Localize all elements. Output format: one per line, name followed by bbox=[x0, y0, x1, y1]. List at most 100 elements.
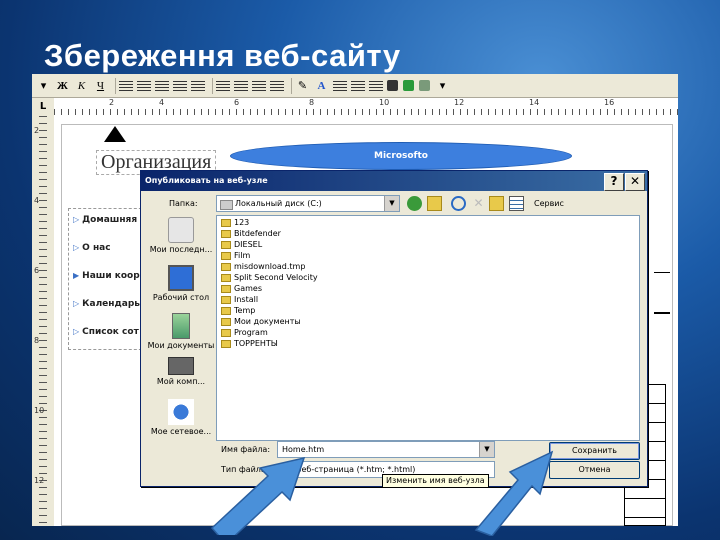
chevron-down-icon[interactable]: ▼ bbox=[384, 196, 399, 211]
list-item[interactable]: Install bbox=[221, 295, 258, 304]
filename-label: Имя файла: bbox=[221, 445, 271, 454]
views-icon[interactable] bbox=[509, 196, 524, 211]
justify-icon[interactable] bbox=[173, 80, 187, 91]
align-right-icon[interactable] bbox=[155, 80, 169, 91]
list-item-label: DIESEL bbox=[234, 240, 263, 249]
underline-button[interactable]: Ч bbox=[93, 78, 108, 94]
nav-item-calendar[interactable]: ▷ Календарь bbox=[73, 299, 140, 309]
triangle-outline-icon: ▷ bbox=[73, 243, 80, 252]
bulleted-list-icon[interactable] bbox=[234, 80, 248, 91]
filename-input[interactable]: Home.htm ▼ bbox=[277, 441, 495, 458]
folder-icon bbox=[221, 295, 231, 304]
formatting-toolbar: ▾ Ж К Ч ✎ A ▾ bbox=[32, 74, 678, 98]
places-bar: Мои последн... Рабочий стол Мои документ… bbox=[147, 215, 215, 445]
list-item-label: 123 bbox=[234, 218, 250, 227]
chevron-down-icon[interactable]: ▼ bbox=[479, 442, 494, 457]
ruler-mark: 16 bbox=[604, 98, 615, 107]
triangle-outline-icon: ▷ bbox=[73, 299, 80, 308]
place-computer[interactable]: Мой комп... bbox=[147, 357, 215, 386]
ruler-mark: 12 bbox=[454, 98, 465, 107]
place-network[interactable]: Мое сетевое... bbox=[147, 399, 215, 436]
list-item[interactable]: misdownload.tmp bbox=[221, 262, 305, 271]
ruler-mark: 4 bbox=[34, 196, 40, 205]
list-item[interactable]: Program bbox=[221, 328, 268, 337]
list-item-label: Bitdefender bbox=[234, 229, 281, 238]
line-style-icon[interactable] bbox=[351, 80, 365, 91]
border-icon[interactable] bbox=[333, 80, 347, 91]
back-icon[interactable] bbox=[407, 196, 422, 211]
place-label: Мои документы bbox=[147, 341, 215, 350]
ruler-mark: 6 bbox=[34, 266, 40, 275]
filetype-value: Веб-страница (*.htm; *.html) bbox=[296, 465, 416, 474]
dash-style-icon[interactable] bbox=[369, 80, 383, 91]
folder-icon bbox=[221, 317, 231, 326]
line-spacing-icon[interactable] bbox=[191, 80, 205, 91]
list-item[interactable]: 123 bbox=[221, 218, 249, 227]
filetype-label: Тип файла: bbox=[221, 465, 269, 474]
tools-menu[interactable]: Сервис bbox=[534, 199, 564, 208]
save-button[interactable]: Сохранить bbox=[549, 442, 640, 460]
ruler-mark: 2 bbox=[34, 126, 40, 135]
nav-item-label: О нас bbox=[82, 243, 111, 253]
toolbar-options-icon[interactable]: ▾ bbox=[435, 78, 450, 94]
place-desktop[interactable]: Рабочий стол bbox=[147, 265, 215, 302]
nav-item-staff[interactable]: ▷ Список сот bbox=[73, 327, 139, 337]
search-web-icon[interactable] bbox=[451, 196, 466, 211]
align-left-icon[interactable] bbox=[119, 80, 133, 91]
tab-selector[interactable]: L bbox=[32, 98, 55, 116]
place-documents[interactable]: Мои документы bbox=[147, 313, 215, 350]
place-recent[interactable]: Мои последн... bbox=[147, 217, 215, 254]
font-color-icon[interactable]: A bbox=[314, 78, 329, 94]
decrease-indent-icon[interactable] bbox=[252, 80, 266, 91]
numbered-list-icon[interactable] bbox=[216, 80, 230, 91]
folder-icon bbox=[221, 339, 231, 348]
bold-button[interactable]: Ж bbox=[55, 78, 70, 94]
nav-item-contacts[interactable]: ▶ Наши коорд bbox=[73, 271, 147, 281]
folder-icon bbox=[221, 284, 231, 293]
list-item[interactable]: ТОРРЕНТЫ bbox=[221, 339, 278, 348]
vertical-ruler[interactable]: 2 4 6 8 10 12 bbox=[32, 116, 55, 526]
highlight-icon[interactable]: ✎ bbox=[295, 78, 310, 94]
close-button[interactable]: ✕ bbox=[625, 173, 645, 191]
help-button[interactable]: ? bbox=[604, 173, 624, 191]
list-item[interactable]: Games bbox=[221, 284, 262, 293]
align-center-icon[interactable] bbox=[137, 80, 151, 91]
recent-documents-icon bbox=[168, 217, 194, 243]
ruler-mark: 12 bbox=[34, 476, 45, 485]
list-item[interactable]: Мои документы bbox=[221, 317, 301, 326]
horizontal-ruler[interactable]: 2 4 6 8 10 12 14 16 bbox=[54, 98, 678, 117]
organization-logo-icon bbox=[100, 124, 130, 146]
ruler-mark: 14 bbox=[529, 98, 540, 107]
list-item-label: Split Second Velocity bbox=[234, 273, 318, 282]
increase-indent-icon[interactable] bbox=[270, 80, 284, 91]
place-label: Рабочий стол bbox=[152, 293, 210, 302]
nav-item-home[interactable]: ▷ Домашняя bbox=[73, 215, 137, 225]
network-places-icon bbox=[168, 399, 194, 425]
nav-item-about[interactable]: ▷ О нас bbox=[73, 243, 111, 253]
delete-icon[interactable]: ✕ bbox=[471, 196, 486, 211]
list-item[interactable]: DIESEL bbox=[221, 240, 262, 249]
3d-style-icon[interactable] bbox=[419, 80, 430, 91]
folder-icon bbox=[221, 262, 231, 271]
file-list[interactable]: 123 Bitdefender DIESEL Film misdownload.… bbox=[216, 215, 640, 441]
dropdown-icon[interactable]: ▾ bbox=[36, 78, 51, 94]
folder-select-value: Локальный диск (C:) bbox=[235, 199, 322, 208]
list-item-label: Install bbox=[234, 295, 259, 304]
list-item[interactable]: Temp bbox=[221, 306, 255, 315]
3d-icon[interactable] bbox=[403, 80, 414, 91]
header-banner[interactable]: Microsofto bbox=[230, 142, 572, 170]
triangle-outline-icon: ▷ bbox=[73, 327, 80, 336]
divider-line bbox=[654, 272, 670, 273]
nav-item-label: Календарь bbox=[82, 299, 140, 309]
italic-button[interactable]: К bbox=[74, 78, 89, 94]
folder-select[interactable]: Локальный диск (C:) ▼ bbox=[216, 195, 400, 212]
up-folder-icon[interactable] bbox=[427, 196, 442, 211]
shadow-icon[interactable] bbox=[387, 80, 398, 91]
triangle-outline-icon: ▷ bbox=[73, 215, 80, 224]
list-item[interactable]: Split Second Velocity bbox=[221, 273, 318, 282]
new-folder-icon[interactable] bbox=[489, 196, 504, 211]
list-item[interactable]: Film bbox=[221, 251, 250, 260]
ruler-mark: 8 bbox=[34, 336, 40, 345]
list-item[interactable]: Bitdefender bbox=[221, 229, 281, 238]
cancel-button[interactable]: Отмена bbox=[549, 461, 640, 479]
